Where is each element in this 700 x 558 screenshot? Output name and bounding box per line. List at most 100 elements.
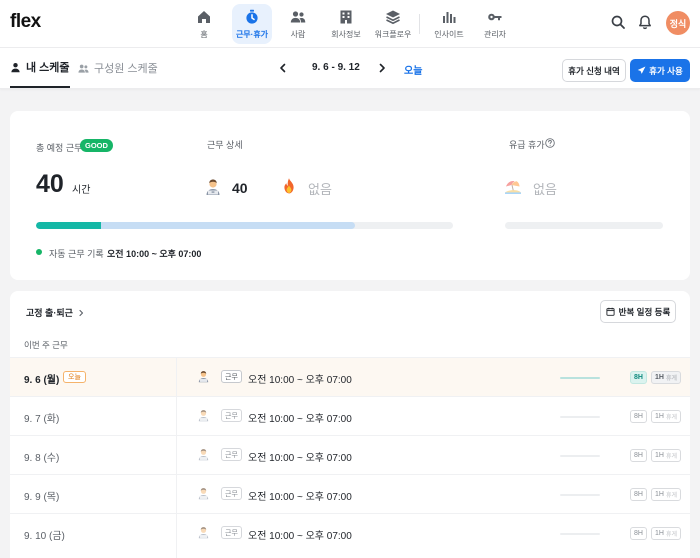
break-sub: 휴게 — [665, 532, 677, 538]
schedule-row[interactable]: 9. 10 (금) 근무 오전 10:00 ~ 오후 07:00 8H 1H 휴게 — [10, 513, 690, 552]
nav-item-label: 워크플로우 — [374, 29, 412, 39]
today-link[interactable]: 오늘 — [404, 62, 422, 77]
row-time: 오전 10:00 ~ 오후 07:00 — [248, 375, 352, 386]
column-divider — [176, 357, 177, 558]
tab-label: 구성원 스케줄 — [94, 63, 158, 75]
nav-item-work-leave[interactable]: 근무·휴가 — [232, 4, 272, 44]
nav-item-label: 홈 — [200, 29, 208, 39]
nav-item-insight[interactable]: 인사이트 — [429, 4, 469, 44]
chevron-left-icon[interactable] — [277, 62, 289, 74]
total-hours-unit: 시간 — [72, 185, 91, 196]
key-icon — [488, 13, 502, 20]
break-hours: 1H — [655, 491, 664, 498]
nav-item-label: 회사정보 — [331, 29, 361, 39]
row-date: 9. 9 (목) — [24, 492, 60, 503]
nav-item-company-info[interactable]: 회사정보 — [326, 4, 366, 44]
use-leave-button[interactable]: 휴가 사용 — [630, 59, 690, 82]
paid-leave-value: 없음 — [533, 182, 557, 197]
help-icon[interactable] — [545, 138, 555, 148]
work-hours-value: 40 — [232, 180, 248, 196]
break-badge: 1H 휴게 — [651, 410, 681, 423]
row-timeline-bar — [560, 494, 600, 496]
person-icon — [11, 62, 20, 72]
break-hours: 1H — [655, 530, 664, 537]
schedule-row[interactable]: 9. 9 (목) 근무 오전 10:00 ~ 오후 07:00 8H 1H 휴게 — [10, 474, 690, 513]
work-chip: 근무 — [221, 409, 242, 422]
row-date: 9. 10 (금) — [24, 531, 65, 542]
auto-record-status-dot — [36, 249, 42, 255]
tab-my-schedule[interactable]: 내 스케줄 — [10, 48, 70, 88]
row-time: 오전 10:00 ~ 오후 07:00 — [248, 453, 352, 464]
nav-item-label: 사람 — [290, 29, 306, 39]
fixed-commute-link[interactable]: 고정 출·퇴근 — [26, 306, 85, 319]
completed-progress-fill — [36, 222, 101, 229]
work-chip: 근무 — [221, 370, 242, 383]
total-hours-value: 40 — [36, 170, 64, 198]
user-avatar[interactable]: 정식 — [666, 11, 690, 35]
total-scheduled-label: 총 예정 근무 — [36, 143, 83, 153]
office-worker-icon — [198, 371, 209, 383]
office-worker-icon — [198, 527, 209, 539]
row-date: 9. 6 (월) — [24, 375, 60, 386]
work-chip: 근무 — [221, 487, 242, 500]
nav-item-admin[interactable]: 관리자 — [475, 4, 515, 44]
airplane-icon — [637, 66, 646, 74]
hours-badge: 8H — [630, 449, 647, 462]
auto-record-time: 오전 10:00 ~ 오후 07:00 — [107, 249, 202, 259]
overtime-value: 없음 — [308, 182, 332, 197]
chevron-right-icon[interactable] — [376, 62, 388, 74]
schedule-row[interactable]: 9. 7 (화) 근무 오전 10:00 ~ 오후 07:00 8H 1H 휴게 — [10, 396, 690, 435]
break-badge: 1H 휴게 — [651, 371, 681, 384]
week-range: 9. 6 - 9. 12 — [312, 62, 360, 73]
schedule-row[interactable]: 9. 6 (월) 오늘 근무 오전 10:00 ~ 오후 07:00 8H 1H… — [10, 357, 690, 396]
bell-icon[interactable] — [637, 14, 653, 30]
search-icon[interactable] — [610, 14, 626, 30]
tab-member-schedule[interactable]: 구성원 스케줄 — [78, 48, 158, 88]
paid-leave-label: 유급 휴가 — [509, 140, 545, 150]
row-date: 9. 7 (화) — [24, 414, 60, 425]
building-icon — [340, 10, 352, 23]
break-hours: 1H — [655, 452, 664, 459]
hours-badge: 8H — [630, 410, 647, 423]
tab-label: 내 스케줄 — [26, 62, 70, 74]
schedule-row[interactable]: 9. 8 (수) 근무 오전 10:00 ~ 오후 07:00 8H 1H 휴게 — [10, 435, 690, 474]
beach-icon — [505, 181, 521, 194]
office-worker-icon — [198, 449, 209, 461]
nav-item-workflow[interactable]: 워크플로우 — [373, 4, 413, 44]
work-chip: 근무 — [221, 526, 242, 539]
break-sub: 휴게 — [665, 454, 677, 460]
row-time: 오전 10:00 ~ 오후 07:00 — [248, 492, 352, 503]
break-sub: 휴게 — [665, 415, 677, 421]
fixed-commute-label: 고정 출·퇴근 — [26, 308, 73, 318]
nav-item-home[interactable]: 홈 — [184, 4, 224, 44]
hours-badge: 8H — [630, 371, 647, 384]
calendar-icon — [606, 307, 615, 316]
break-hours: 1H — [655, 374, 664, 381]
hours-badge: 8H — [630, 527, 647, 540]
use-leave-label: 휴가 사용 — [649, 65, 683, 76]
break-badge: 1H 휴게 — [651, 449, 681, 462]
register-repeat-schedule-button[interactable]: 반복 일정 등록 — [600, 300, 676, 323]
status-badge: GOOD — [80, 139, 113, 152]
nav-divider — [419, 14, 420, 34]
people-icon — [78, 64, 89, 73]
break-sub: 휴게 — [665, 376, 677, 382]
people-icon — [290, 10, 306, 22]
row-date: 9. 8 (수) — [24, 453, 60, 464]
row-timeline-bar — [560, 455, 600, 457]
fire-icon — [284, 178, 294, 194]
flex-logo[interactable]: flex — [10, 11, 41, 33]
auto-record-label: 자동 근무 기록 — [49, 249, 104, 259]
break-badge: 1H 휴게 — [651, 527, 681, 540]
hours-badge: 8H — [630, 488, 647, 501]
leave-history-button[interactable]: 휴가 신청 내역 — [562, 59, 626, 82]
office-worker-icon — [206, 179, 220, 195]
row-time: 오전 10:00 ~ 오후 07:00 — [248, 414, 352, 425]
layers-icon — [386, 10, 400, 24]
nav-item-people[interactable]: 사람 — [278, 4, 318, 44]
nav-item-label: 인사이트 — [434, 29, 464, 39]
chevron-right-icon — [79, 309, 83, 316]
row-timeline-bar — [560, 416, 600, 418]
nav-item-label: 관리자 — [483, 29, 507, 39]
break-badge: 1H 휴게 — [651, 488, 681, 501]
